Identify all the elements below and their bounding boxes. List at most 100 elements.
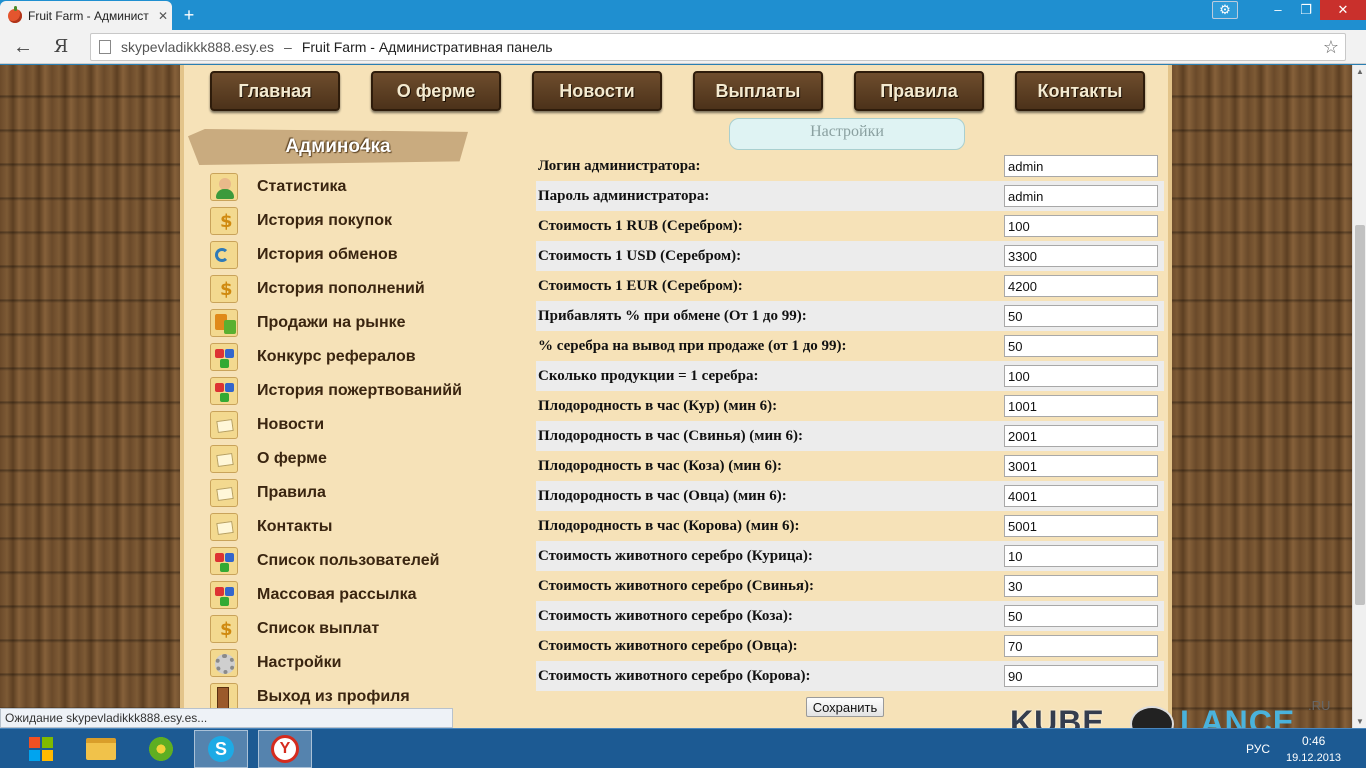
content-panel: Главная О ферме Новости Выплаты Правила … xyxy=(180,65,1172,728)
fertility-sheep-input[interactable] xyxy=(1004,485,1158,507)
bookmark-star-icon[interactable]: ☆ xyxy=(1323,37,1339,58)
taskbar-icq[interactable] xyxy=(134,730,188,768)
setting-label: Плодородность в час (Корова) (мин 6): xyxy=(538,518,800,534)
sidebar-item-user-list[interactable]: Список пользователей xyxy=(210,544,510,578)
user-icon xyxy=(210,173,238,201)
browser-toolbar: ← Я skypevladikkk888.esy.es – Fruit Farm… xyxy=(0,30,1366,64)
taskbar-explorer[interactable] xyxy=(74,730,128,768)
nav-about-farm[interactable]: О ферме xyxy=(371,71,501,111)
sidebar-item-payout-list[interactable]: $ Список выплат xyxy=(210,612,510,646)
sidebar-menu: Статистика $ История покупок История обм… xyxy=(210,170,510,714)
price-pig-input[interactable] xyxy=(1004,575,1158,597)
window-controls: ⚙ – ❐ ✕ xyxy=(1212,0,1366,22)
taskbar-yandex-browser[interactable]: Y xyxy=(258,730,312,768)
sidebar-item-rules[interactable]: Правила xyxy=(210,476,510,510)
setting-label: Плодородность в час (Овца) (мин 6): xyxy=(538,488,787,504)
nav-contacts[interactable]: Контакты xyxy=(1015,71,1145,111)
url-page-title: Fruit Farm - Административная панель xyxy=(301,39,553,55)
gear-icon xyxy=(210,649,238,677)
nav-rules[interactable]: Правила xyxy=(854,71,984,111)
close-window-button[interactable]: ✕ xyxy=(1320,0,1366,20)
tab-close-icon[interactable]: ✕ xyxy=(158,9,168,23)
nav-home[interactable]: Главная xyxy=(210,71,340,111)
maximize-button[interactable]: ❐ xyxy=(1292,0,1320,20)
scroll-up-icon[interactable]: ▲ xyxy=(1356,67,1364,76)
clock-date[interactable]: 19.12.2013 xyxy=(1286,752,1341,764)
setting-row-admin-password: Пароль администратора: xyxy=(536,181,1164,211)
address-bar[interactable]: skypevladikkk888.esy.es – Fruit Farm - А… xyxy=(90,33,1346,61)
setting-label: Стоимость 1 USD (Серебром): xyxy=(538,248,742,264)
admin-login-input[interactable] xyxy=(1004,155,1158,177)
sidebar-item-label: История покупок xyxy=(257,212,392,229)
fertility-goat-input[interactable] xyxy=(1004,455,1158,477)
sidebar-item-exchange-history[interactable]: История обменов xyxy=(210,238,510,272)
fertility-pig-input[interactable] xyxy=(1004,425,1158,447)
exchange-percent-input[interactable] xyxy=(1004,305,1158,327)
fertility-cow-input[interactable] xyxy=(1004,515,1158,537)
setting-row-fertility-cow: Плодородность в час (Корова) (мин 6): xyxy=(536,511,1164,541)
price-cow-input[interactable] xyxy=(1004,665,1158,687)
price-goat-input[interactable] xyxy=(1004,605,1158,627)
usd-price-input[interactable] xyxy=(1004,245,1158,267)
price-chicken-input[interactable] xyxy=(1004,545,1158,567)
icq-flower-icon xyxy=(147,735,175,763)
sidebar-item-market-sales[interactable]: Продажи на рынке xyxy=(210,306,510,340)
sidebar-title-banner: Админо4ка xyxy=(188,129,468,165)
setting-row-exchange-percent: Прибавлять % при обмене (От 1 до 99): xyxy=(536,301,1164,331)
setting-row-fertility-sheep: Плодородность в час (Овца) (мин 6): xyxy=(536,481,1164,511)
settings-tab-header: Настройки xyxy=(729,118,965,150)
price-sheep-input[interactable] xyxy=(1004,635,1158,657)
sidebar-item-news[interactable]: Новости xyxy=(210,408,510,442)
browser-settings-gear-icon[interactable]: ⚙ xyxy=(1212,1,1238,19)
setting-label: Стоимость животного серебро (Свинья): xyxy=(538,578,815,594)
browser-tab[interactable]: Fruit Farm - Админист ✕ xyxy=(0,1,172,30)
clock-time[interactable]: 0:46 xyxy=(1302,734,1325,748)
sidebar-item-label: Настройки xyxy=(257,654,342,671)
fertility-chicken-input[interactable] xyxy=(1004,395,1158,417)
new-tab-button[interactable]: + xyxy=(178,5,200,25)
rub-price-input[interactable] xyxy=(1004,215,1158,237)
sidebar-item-label: О ферме xyxy=(257,450,327,467)
setting-row-price-chicken: Стоимость животного серебро (Курица): xyxy=(536,541,1164,571)
products-per-silver-input[interactable] xyxy=(1004,365,1158,387)
settings-form: Логин администратора: Пароль администрат… xyxy=(536,151,1164,691)
setting-label: Плодородность в час (Кур) (мин 6): xyxy=(538,398,778,414)
sidebar-item-contacts[interactable]: Контакты xyxy=(210,510,510,544)
exchange-icon xyxy=(210,241,238,269)
back-arrow-icon[interactable]: ← xyxy=(10,34,36,60)
sidebar-item-statistics[interactable]: Статистика xyxy=(210,170,510,204)
sidebar-item-purchase-history[interactable]: $ История покупок xyxy=(210,204,510,238)
withdraw-percent-input[interactable] xyxy=(1004,335,1158,357)
admin-password-input[interactable] xyxy=(1004,185,1158,207)
sidebar-item-deposit-history[interactable]: $ История пополнений xyxy=(210,272,510,306)
sidebar-item-donation-history[interactable]: История пожертвованийй xyxy=(210,374,510,408)
save-button[interactable]: Сохранить xyxy=(806,697,884,717)
yandex-logo-button[interactable]: Я xyxy=(48,34,74,60)
setting-row-rub-price: Стоимость 1 RUB (Серебром): xyxy=(536,211,1164,241)
taskbar-skype[interactable]: S xyxy=(194,730,248,768)
start-button[interactable] xyxy=(14,730,68,768)
money-icon: $ xyxy=(210,615,238,643)
sidebar-item-mass-mailing[interactable]: Массовая рассылка xyxy=(210,578,510,612)
input-language[interactable]: РУС xyxy=(1246,742,1270,756)
nav-payouts[interactable]: Выплаты xyxy=(693,71,823,111)
sidebar-item-settings[interactable]: Настройки xyxy=(210,646,510,680)
scrollbar-thumb[interactable] xyxy=(1355,225,1365,605)
sidebar-item-label: Статистика xyxy=(257,178,347,195)
sidebar-item-about-farm[interactable]: О ферме xyxy=(210,442,510,476)
main-nav: Главная О ферме Новости Выплаты Правила … xyxy=(210,71,1150,113)
setting-row-price-pig: Стоимость животного серебро (Свинья): xyxy=(536,571,1164,601)
sidebar-item-label: Список пользователей xyxy=(257,552,440,569)
page-scrollbar[interactable]: ▲ ▼ xyxy=(1352,65,1366,728)
url-separator: – xyxy=(284,39,292,55)
minimize-button[interactable]: – xyxy=(1264,0,1292,20)
watermark-suffix: .RU xyxy=(1308,698,1331,713)
setting-row-price-goat: Стоимость животного серебро (Коза): xyxy=(536,601,1164,631)
nav-news[interactable]: Новости xyxy=(532,71,662,111)
money-icon: $ xyxy=(210,275,238,303)
scroll-down-icon[interactable]: ▼ xyxy=(1356,717,1364,726)
sidebar-item-referral-contest[interactable]: Конкурс рефералов xyxy=(210,340,510,374)
fruit-favicon-icon xyxy=(8,5,22,23)
eur-price-input[interactable] xyxy=(1004,275,1158,297)
market-icon xyxy=(210,309,238,337)
